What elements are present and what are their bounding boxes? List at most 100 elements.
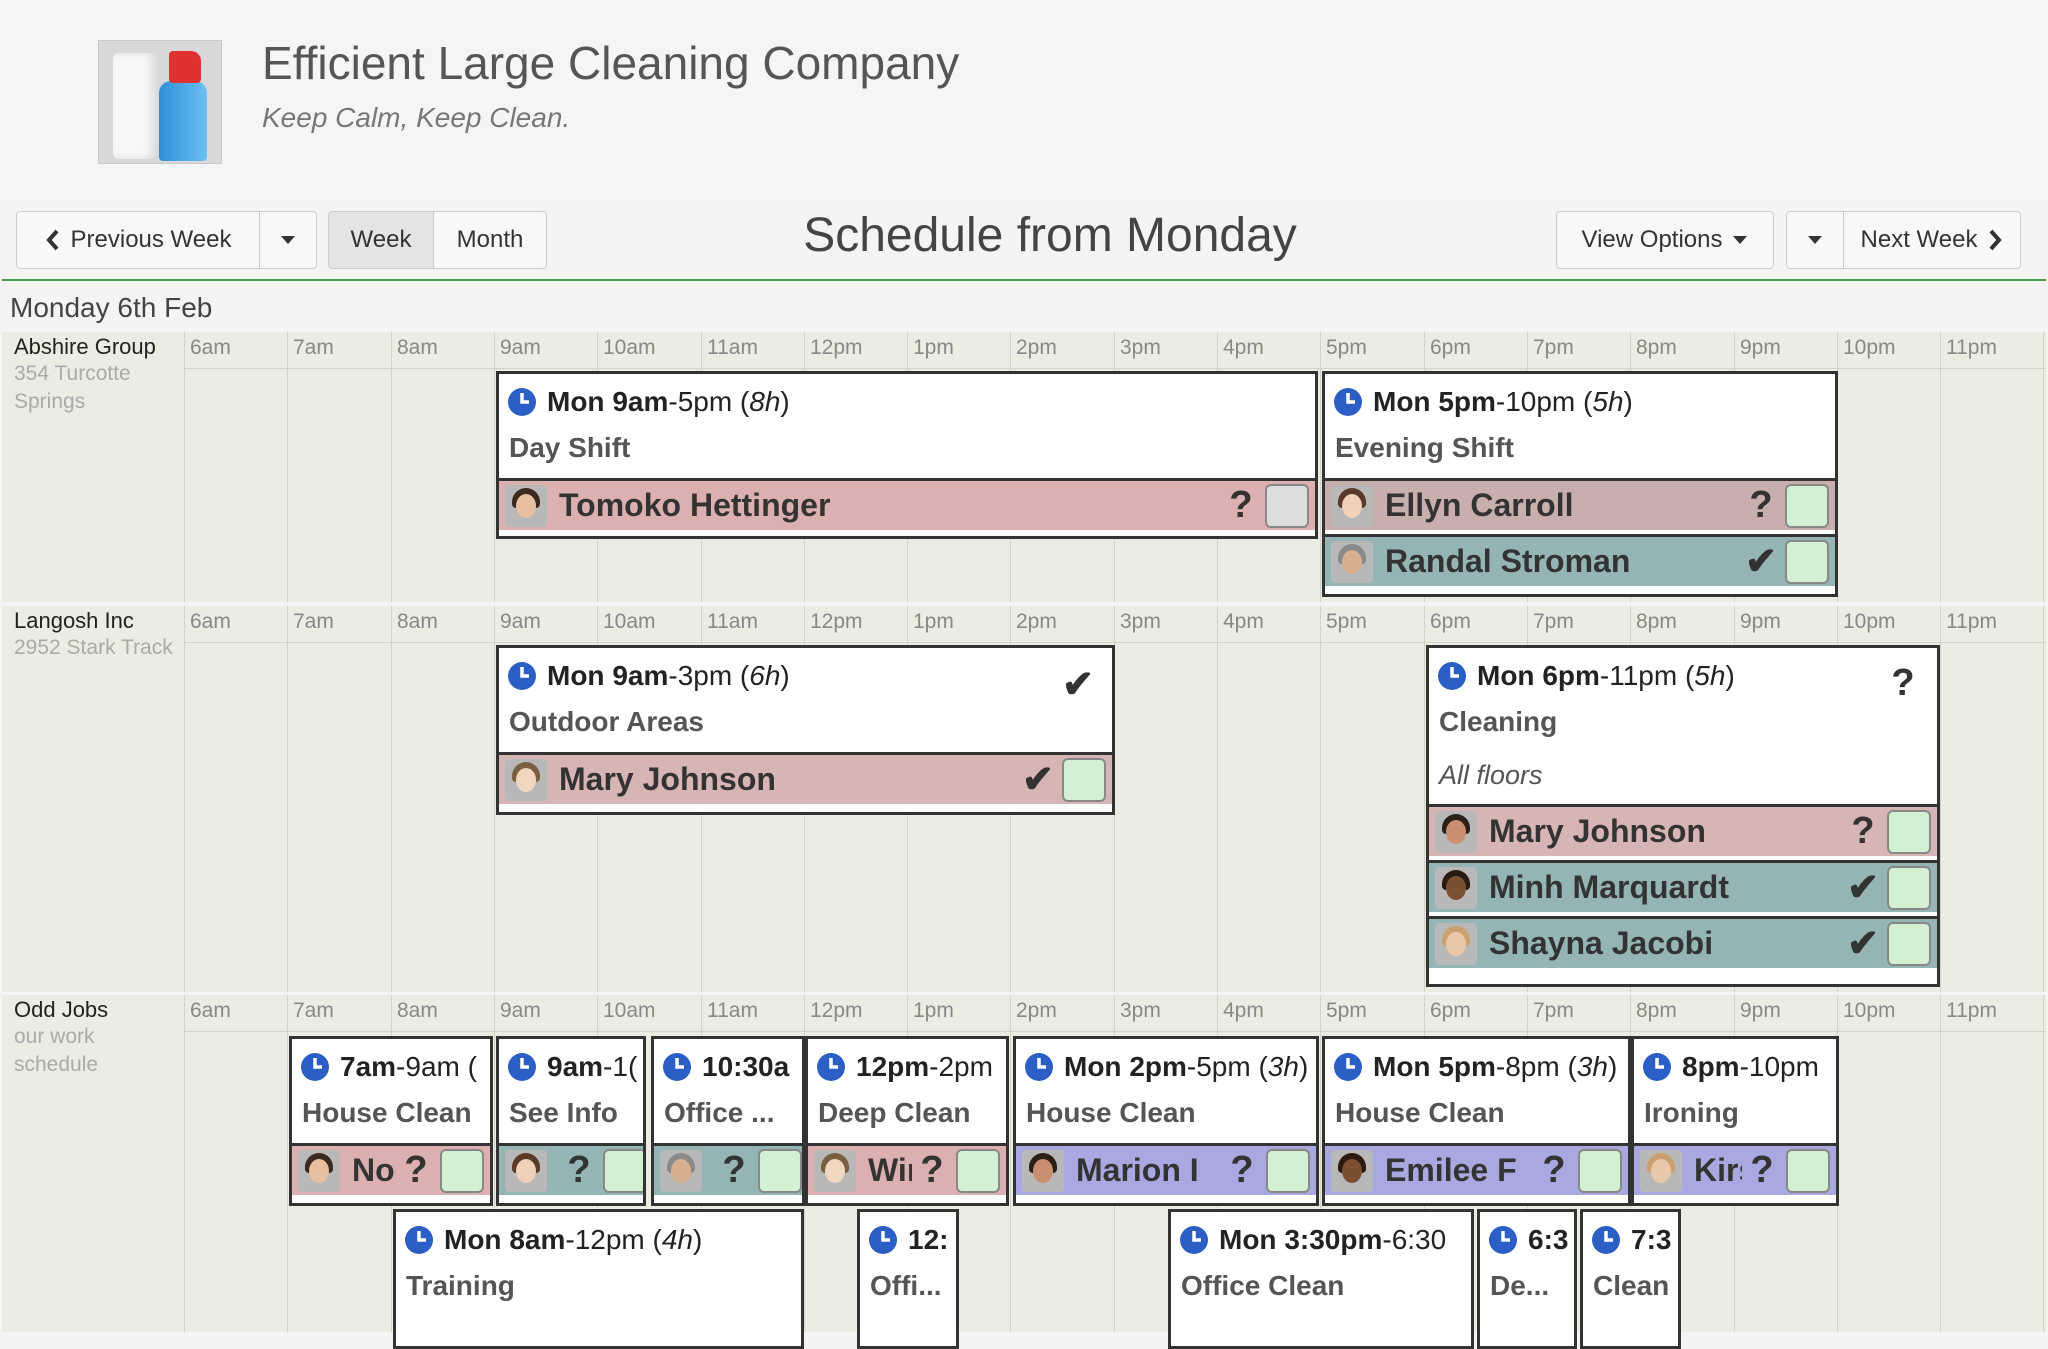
confirm-checkbox[interactable] — [603, 1148, 643, 1193]
clock-icon — [1025, 1053, 1053, 1081]
confirm-checkbox[interactable] — [956, 1148, 1000, 1193]
assignment-row[interactable]: Mary Johnson ✔ — [499, 752, 1112, 804]
hour-label: 7pm — [1533, 999, 1574, 1022]
shift-day: Mon — [1064, 1051, 1122, 1082]
hour-label: 8am — [397, 610, 438, 633]
shift-end: 5pm — [677, 386, 733, 417]
assignment-row[interactable]: Shayna Jacobi ✔ — [1429, 916, 1937, 968]
group-name[interactable]: Abshire Group — [14, 334, 156, 360]
confirm-checkbox[interactable] — [1785, 483, 1829, 528]
shift-time-text: 9am-1( — [547, 1051, 638, 1082]
confirm-checkbox[interactable] — [758, 1148, 802, 1193]
shift-start: 5pm — [1438, 386, 1496, 417]
shift-card[interactable]: 10:30a Office ... Ran? — [651, 1036, 805, 1206]
shift-start: 8am — [509, 1224, 566, 1255]
group-name[interactable]: Langosh Inc — [14, 608, 134, 634]
shift-card[interactable]: Mon 9am-5pm (8h) Day Shift Tomoko Hettinge… — [496, 371, 1318, 539]
shift-card[interactable]: 8pm-10pm Ironing Kirst? — [1631, 1036, 1839, 1206]
shift-end: 12pm — [574, 1224, 645, 1255]
shift-time-text: Mon 6pm-11pm (5h) — [1477, 660, 1735, 691]
confirm-checkbox[interactable] — [440, 1148, 484, 1193]
shift-card[interactable]: 7am-9am (House Clean Noel? — [289, 1036, 493, 1206]
avatar — [505, 1149, 547, 1192]
shift-start: 3:30pm — [1284, 1224, 1383, 1255]
person-name: Tomoko Hettinger — [559, 487, 831, 523]
hour-label: 9am — [500, 336, 541, 359]
shift-card[interactable]: Mon 9am-3pm (6h) Outdoor Areas ✔ Mary Johns… — [496, 645, 1115, 815]
confirm-checkbox[interactable] — [1266, 1148, 1310, 1193]
person-name: Marion I — [1076, 1152, 1199, 1188]
shift-end: 8pm — [1505, 1051, 1560, 1082]
shift-name: Cleaning — [1439, 706, 1558, 737]
hour-label: 8pm — [1636, 610, 1677, 633]
hour-gridline — [2043, 995, 2044, 1332]
assignment-row[interactable]: Ellyn Carroll? — [1325, 478, 1835, 530]
hour-label: 1pm — [913, 999, 954, 1022]
shift-start: 9am — [612, 386, 669, 417]
hour-label: 3pm — [1120, 610, 1161, 633]
confirm-checkbox[interactable] — [1578, 1148, 1622, 1193]
shift-card[interactable]: 12pm-2pm Deep Clean Wins? — [805, 1036, 1009, 1206]
assignment-row[interactable]: Emilee F? — [1325, 1143, 1628, 1195]
shift-day: Mon — [1373, 386, 1431, 417]
hour-label: 6am — [190, 610, 231, 633]
assignment-row[interactable]: Randal Stroman ✔ — [1325, 534, 1835, 586]
assignment-row[interactable]: Tomoko Hettinger? — [499, 478, 1315, 530]
confirm-checkbox[interactable] — [1785, 539, 1829, 584]
assignment-row[interactable]: Ran? — [654, 1143, 802, 1195]
assignment-row[interactable]: Marion I? — [1016, 1143, 1316, 1195]
confirm-checkbox[interactable] — [1786, 1148, 1830, 1193]
shift-card[interactable]: 12: Offi... — [857, 1209, 959, 1349]
person-name: Shayna Jacobi — [1489, 925, 1714, 961]
shift-time: Mon 9am-3pm (6h) — [507, 656, 790, 696]
avatar-face — [516, 767, 536, 792]
shift-end: 11pm — [1609, 660, 1678, 691]
confirm-checkbox[interactable] — [1887, 921, 1931, 966]
shift-card[interactable]: Mon 5pm-10pm (5h) Evening Shift Ellyn Carr… — [1322, 371, 1838, 597]
clock-icon — [1334, 388, 1362, 416]
hour-gridline — [184, 995, 185, 1332]
hour-gridline — [1940, 606, 1941, 992]
hour-label: 7am — [293, 999, 334, 1022]
confirm-checkbox[interactable] — [1887, 809, 1931, 854]
confirm-checkbox[interactable] — [1265, 483, 1309, 528]
hour-gridline — [1320, 606, 1321, 992]
shift-duration: 4h — [661, 1224, 693, 1255]
confirm-checkbox[interactable] — [1887, 865, 1931, 910]
shift-time: 12: — [868, 1220, 948, 1260]
assignment-row[interactable]: Wins? — [808, 1143, 1006, 1195]
group-name[interactable]: Odd Jobs — [14, 997, 108, 1023]
schedule-grid: Abshire Group 354 Turcotte Springs 6am 7am 8… — [0, 0, 2048, 1349]
avatar-face — [1033, 1158, 1053, 1183]
shift-status-icon: ? — [1891, 662, 1915, 704]
assignment-row[interactable]: Noel? — [292, 1143, 490, 1195]
shift-start: 5pm — [1438, 1051, 1496, 1082]
assignment-row[interactable]: Minh Marquardt ✔ — [1429, 860, 1937, 912]
assignment-status-icon: ? — [1750, 1149, 1774, 1191]
assignment-row[interactable]: Kirst? — [1634, 1143, 1836, 1195]
shift-card[interactable]: Mon 3:30pm-6:30 Office Clean — [1168, 1209, 1474, 1349]
group-address: our work schedule — [14, 1025, 99, 1076]
assignment-status-icon: ? — [404, 1149, 428, 1191]
shift-card[interactable]: 6:3 De... — [1477, 1209, 1577, 1349]
hour-label: 11pm — [1946, 610, 1997, 633]
assignment-status-icon: ? — [920, 1149, 944, 1191]
shift-card[interactable]: 7:3 Clean — [1580, 1209, 1681, 1349]
shift-card[interactable]: Mon 6pm-11pm (5h) Cleaning All floors? Mary… — [1426, 645, 1940, 987]
shift-card[interactable]: Mon 8am-12pm (4h) Training — [393, 1209, 804, 1349]
hour-label: 6pm — [1430, 610, 1471, 633]
assignment-row[interactable]: Mary Johnson? — [1429, 804, 1937, 856]
shift-time: Mon 3:30pm-6:30 — [1179, 1220, 1446, 1260]
clock-icon — [508, 662, 536, 690]
shift-card[interactable]: Mon 5pm-8pm (3h) House Clean Emilee F? — [1322, 1036, 1631, 1206]
shift-card[interactable]: 9am-1(See Info Minl? — [496, 1036, 646, 1206]
confirm-checkbox[interactable] — [1062, 757, 1106, 802]
clock-icon — [508, 388, 536, 416]
shift-card[interactable]: Mon 2pm-5pm (3h) House Clean Marion I? — [1013, 1036, 1319, 1206]
shift-duration: 5h — [1592, 386, 1624, 417]
assignment-row[interactable]: Minl? — [499, 1143, 643, 1195]
avatar — [1331, 484, 1373, 527]
person-name: Noel — [352, 1152, 396, 1188]
group-address: 354 Turcotte Springs — [14, 362, 131, 413]
assignment-status-icon: ? — [1749, 484, 1773, 526]
